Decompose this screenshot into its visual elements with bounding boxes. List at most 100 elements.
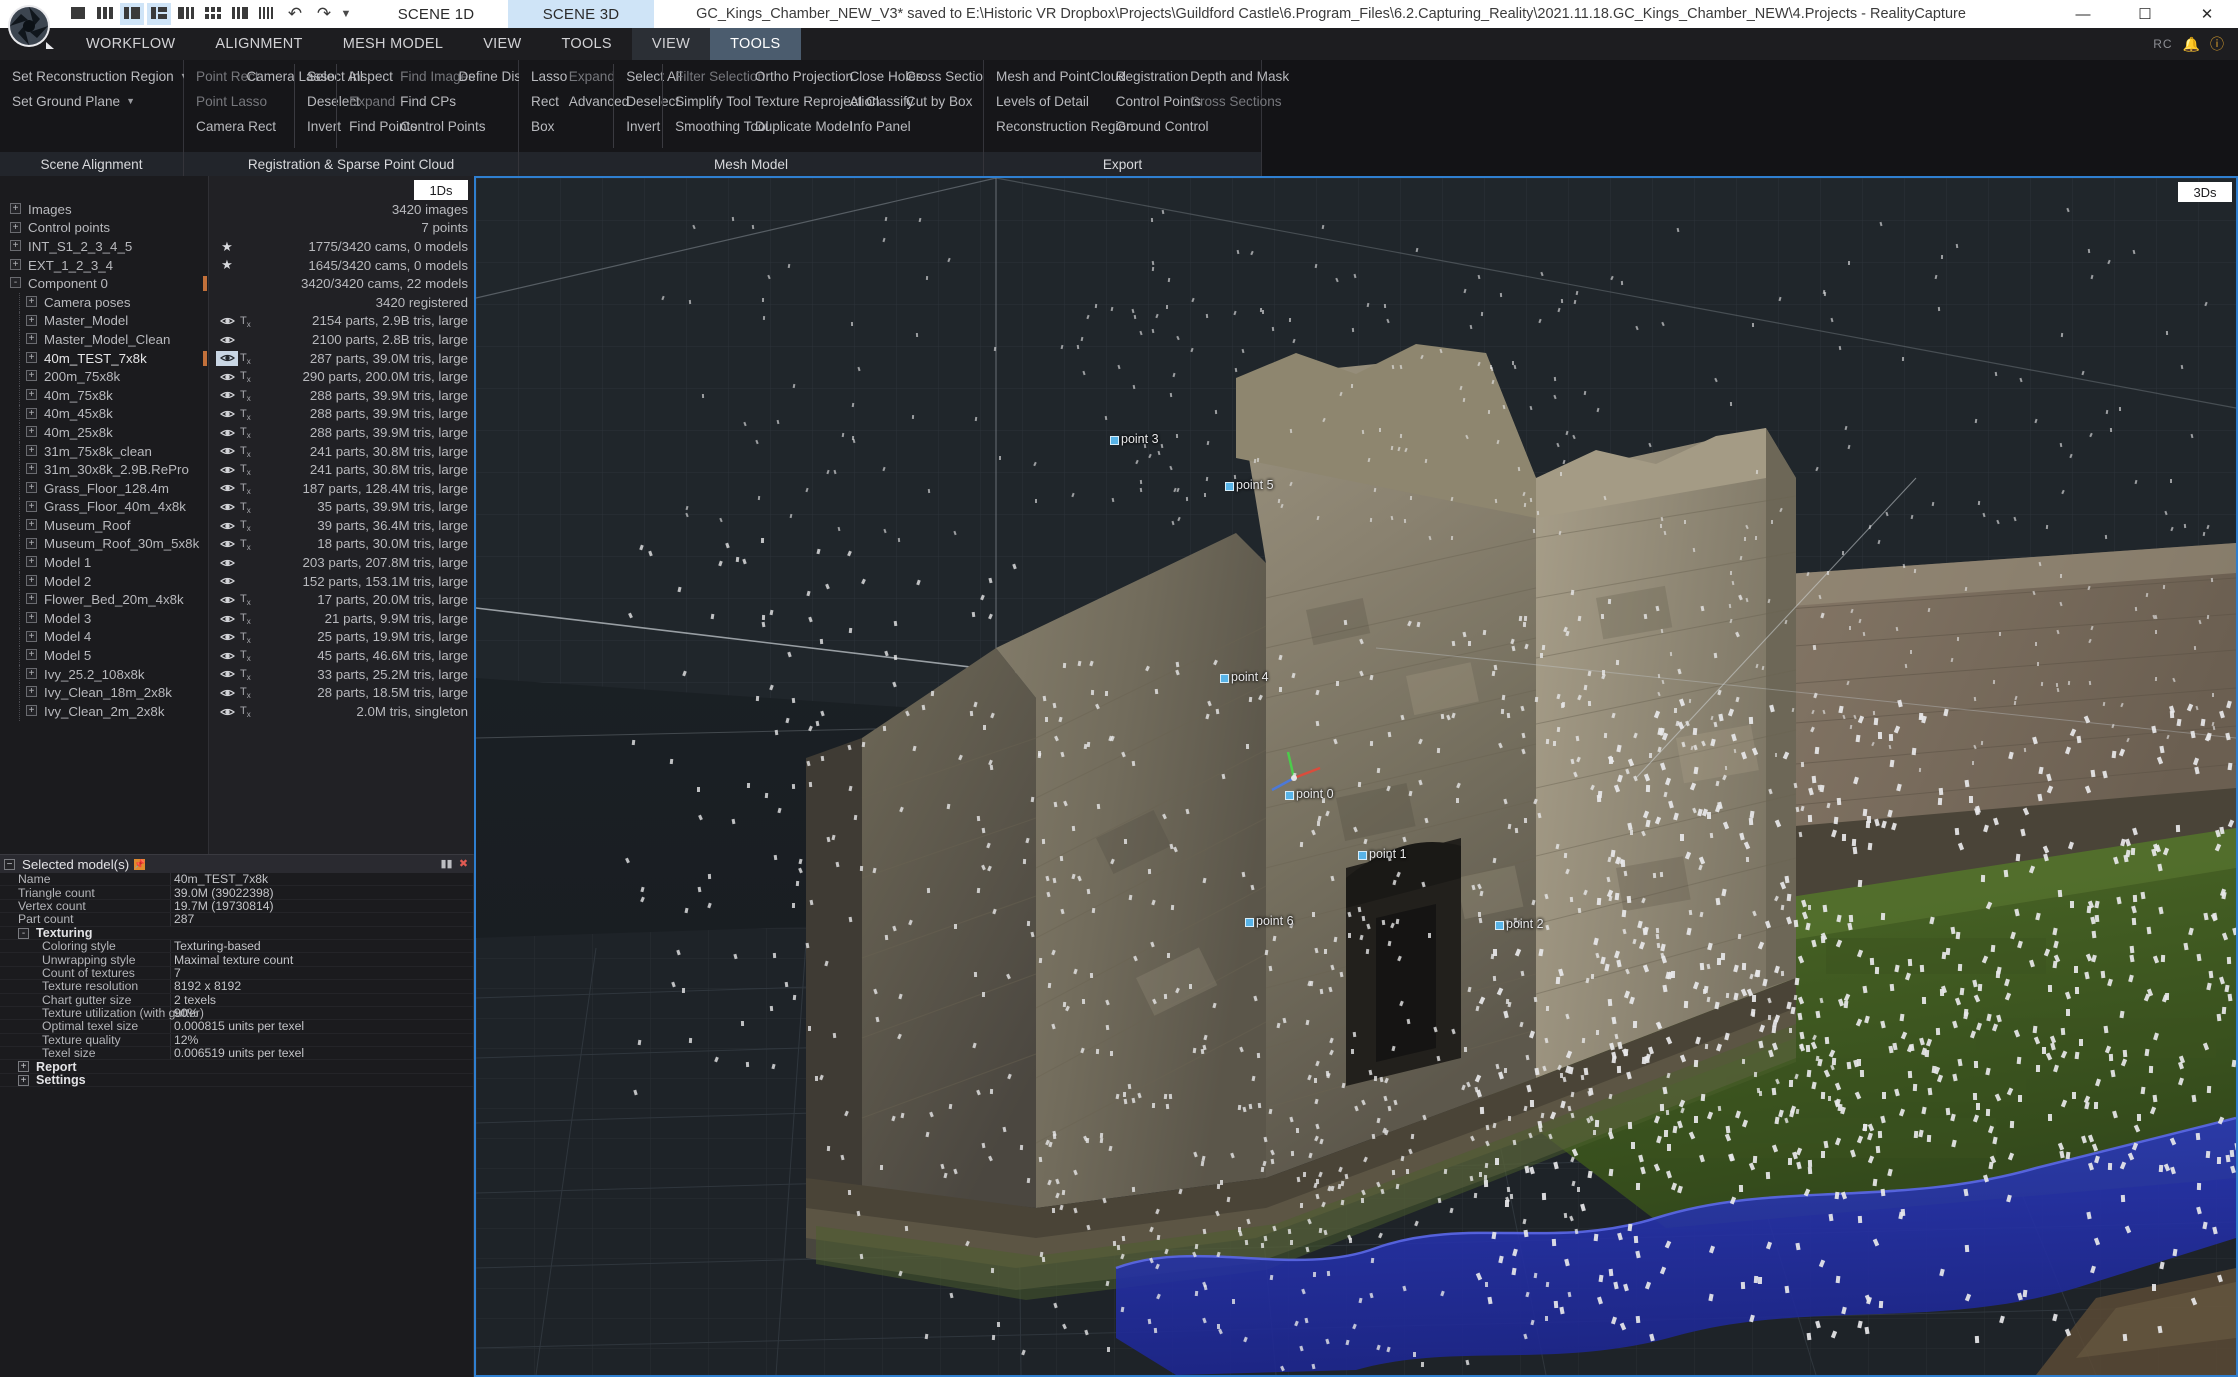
control-point-label[interactable]: point 4 [1220, 670, 1269, 684]
property-row[interactable]: Optimal texel size 0.000815 units per tex… [0, 1019, 473, 1034]
ribbon-item-find-cps[interactable]: Find CPs [396, 89, 456, 114]
badge-3ds[interactable]: 3Ds [2178, 182, 2232, 202]
tree-row[interactable]: + Model 2 152 parts, 153.1M tris, large [0, 571, 474, 591]
ribbon-item-lasso[interactable]: Lasso [527, 64, 567, 89]
texture-icon[interactable]: Tx [240, 445, 251, 459]
more-commands-icon[interactable]: ▼ [332, 0, 360, 28]
property-row[interactable]: Part count 287 [0, 912, 473, 927]
tree-expand-icon[interactable]: + [10, 221, 21, 233]
tree-expand-icon[interactable]: + [26, 426, 37, 438]
layout-two-panel-icon[interactable] [120, 3, 144, 25]
texture-icon[interactable]: Tx [240, 649, 251, 663]
texture-icon[interactable]: Tx [240, 315, 251, 329]
visibility-eye-icon[interactable] [216, 350, 238, 366]
tree-expand-icon[interactable]: + [26, 463, 37, 475]
chevron-down-icon[interactable]: ▼ [126, 89, 135, 114]
ribbon-item-simplify-tool[interactable]: Simplify Tool [671, 89, 751, 114]
notification-bell-icon[interactable]: 🔔 [2183, 36, 2200, 53]
visibility-eye-icon[interactable] [216, 667, 238, 682]
ribbon-item-box[interactable]: Box [527, 114, 554, 139]
tree-row[interactable]: + Flower_Bed_20m_4x8k Tx 17 parts, 20.0M tr… [0, 590, 474, 610]
tree-row[interactable]: +40m_45x8k Tx 288 parts, 39.9M tris, large [0, 404, 474, 424]
properties-close-icon[interactable]: ✖ [457, 857, 470, 870]
visibility-eye-icon[interactable] [216, 369, 238, 384]
tree-expand-icon[interactable]: + [26, 444, 37, 456]
badge-1ds[interactable]: 1Ds [414, 180, 468, 200]
layout-split-right-icon[interactable] [147, 3, 171, 25]
texture-icon[interactable]: Tx [240, 389, 251, 403]
tab-scene-1d[interactable]: SCENE 1D [364, 0, 508, 28]
tree-expand-icon[interactable]: + [26, 593, 37, 605]
ribbon-item-close-holes[interactable]: Close Holes [845, 64, 922, 89]
property-row[interactable]: Texture quality 12% [0, 1033, 473, 1048]
texture-icon[interactable]: Tx [240, 463, 251, 477]
undo-icon[interactable]: ↶ [282, 2, 308, 26]
tab-scene-3d[interactable]: SCENE 3D [508, 0, 654, 28]
tree-row[interactable]: +200m_75x8k Tx 290 parts, 200.0M tris, lar… [0, 367, 474, 386]
property-value[interactable]: 8192 x 8192 [174, 979, 241, 993]
property-row[interactable]: Texture utilization (with gutter) 90% [0, 1006, 473, 1021]
close-button[interactable]: ✕ [2176, 0, 2238, 28]
visibility-eye-icon[interactable] [216, 592, 238, 607]
layout-quad-icon[interactable] [201, 3, 225, 25]
ribbon-item-mesh-and-pointcloud[interactable]: Mesh and PointCloud [992, 64, 1126, 89]
tree-row[interactable]: + EXT_1_2_3_4 ★ 1645/3420 cams, 0 models [0, 256, 474, 275]
property-row[interactable]: Count of textures 7 [0, 966, 473, 981]
ribbon-item-cross-sections[interactable]: Cross Sections [1186, 89, 1281, 114]
texture-icon[interactable]: Tx [240, 612, 251, 626]
3d-viewport[interactable]: point 3 point 5 point 4 point 0 point 1 point… [474, 176, 2238, 1377]
visibility-eye-icon[interactable] [216, 574, 238, 589]
property-expand-icon[interactable]: + [18, 1061, 29, 1073]
tree-expand-icon[interactable]: + [26, 556, 37, 568]
ribbon-item-camera-rect[interactable]: Camera Rect [192, 114, 276, 139]
ribbon-item-invert[interactable]: Invert [303, 114, 341, 139]
ribbon-item-duplicate-model[interactable]: Duplicate Model [751, 114, 852, 139]
tree-row[interactable]: + Museum_Roof_30m_5x8k Tx 18 parts, 30.0M t… [0, 534, 474, 554]
ribbon-item-info-panel[interactable]: Info Panel [845, 114, 910, 139]
ribbon-item-select-all[interactable]: Select All [303, 64, 363, 89]
tree-expand-icon[interactable]: + [26, 667, 37, 679]
menu-item-tools-6[interactable]: TOOLS [710, 28, 801, 60]
ribbon-item-filter-selection[interactable]: Filter Selection [671, 64, 765, 89]
tree-row[interactable]: + Model 4 Tx 25 parts, 19.9M tris, large [0, 627, 474, 647]
ribbon-item-expand[interactable]: Expand [345, 89, 395, 114]
layout-split-h-icon[interactable] [174, 3, 198, 25]
tree-row[interactable]: +40m_TEST_7x8k Tx 287 parts, 39.0M tris, l… [0, 348, 474, 368]
visibility-eye-icon[interactable] [216, 388, 238, 403]
ribbon-item-select-all[interactable]: Select All [622, 64, 682, 89]
control-point-label[interactable]: point 5 [1225, 478, 1274, 492]
menu-item-tools-4[interactable]: TOOLS [541, 28, 631, 60]
texture-icon[interactable]: Tx [240, 705, 251, 719]
tree-row[interactable]: + Museum_Roof Tx 39 parts, 36.4M tris, larg… [0, 516, 474, 535]
property-value[interactable]: Texturing-based [174, 939, 261, 953]
control-point-label[interactable]: point 6 [1245, 914, 1294, 928]
ribbon-item-invert[interactable]: Invert [622, 114, 660, 139]
ribbon-item-point-lasso[interactable]: Point Lasso [192, 89, 267, 114]
tree-expand-icon[interactable]: + [26, 314, 37, 326]
layout-single-icon[interactable] [66, 3, 90, 25]
visibility-eye-icon[interactable] [216, 648, 238, 663]
tree-expand-icon[interactable]: + [26, 407, 37, 419]
ribbon-item-reconstruction-region[interactable]: Reconstruction Region [992, 114, 1134, 139]
tree-expand-icon[interactable]: + [26, 612, 37, 624]
visibility-eye-icon[interactable] [216, 704, 238, 719]
tree-row[interactable]: +40m_75x8k Tx 288 parts, 39.9M tris, large [0, 385, 474, 405]
tree-expand-icon[interactable]: + [26, 649, 37, 661]
visibility-eye-icon[interactable] [216, 518, 238, 533]
tree-row[interactable]: + Ivy_25.2_108x8k Tx 33 parts, 25.2M tris, … [0, 664, 474, 684]
tree-expand-icon[interactable]: + [10, 203, 21, 214]
property-row[interactable]: Chart gutter size 2 texels [0, 993, 473, 1007]
property-group-row[interactable]: - Texturing [0, 926, 473, 940]
property-group-row[interactable]: + Settings [0, 1073, 473, 1088]
tree-row[interactable]: + Ivy_Clean_18m_2x8k Tx 28 parts, 18.5M tri… [0, 683, 474, 703]
layout-three-cols-icon[interactable] [93, 3, 117, 25]
texture-icon[interactable]: Tx [240, 538, 251, 552]
tree-expand-icon[interactable]: + [26, 333, 37, 345]
ribbon-item-ai-classify[interactable]: AI Classify [845, 89, 913, 114]
visibility-eye-icon[interactable] [216, 500, 238, 515]
menu-item-view-3[interactable]: VIEW [463, 28, 541, 60]
menu-item-alignment-1[interactable]: ALIGNMENT [195, 28, 322, 60]
tree-expand-icon[interactable]: + [26, 481, 37, 493]
tree-row[interactable]: +31m_30x8k_2.9B.RePro Tx 241 parts, 30.8M … [0, 460, 474, 479]
property-row[interactable]: Vertex count 19.7M (19730814) [0, 899, 473, 914]
